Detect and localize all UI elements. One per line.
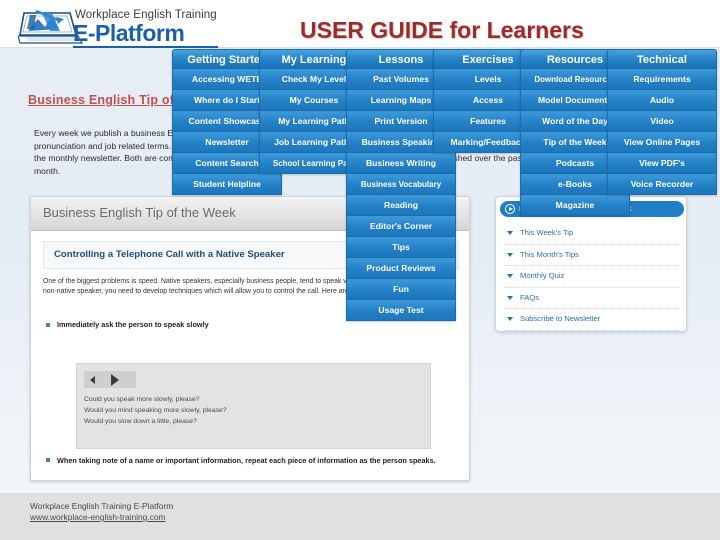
- chevron-down-icon: [507, 252, 513, 257]
- list-item[interactable]: Monthly Quiz: [504, 266, 680, 288]
- menu-item-magazine[interactable]: Magazine: [520, 195, 630, 216]
- list-item-label: FAQs: [520, 292, 539, 302]
- list-item-label: Monthly Quiz: [520, 271, 565, 280]
- list-item-label: Subscribe to Newsletter: [520, 314, 601, 323]
- menu-item-audio[interactable]: Audio: [607, 90, 717, 111]
- footer-company: Workplace English Training E-Platform: [30, 501, 174, 511]
- audio-line-2: Would you mind speaking more slowly, ple…: [84, 407, 227, 414]
- footer-url[interactable]: www.workplace-english-training.com: [30, 512, 165, 522]
- menu-item-usage-test[interactable]: Usage Test: [346, 300, 456, 321]
- menu-item-business-writing[interactable]: Business Writing: [346, 153, 456, 174]
- menu-item-requirements[interactable]: Requirements: [607, 69, 717, 90]
- menu-item-view-online-pages[interactable]: View Online Pages: [607, 132, 717, 153]
- logo-wordmark: E-Platform: [73, 20, 185, 46]
- audio-line-1: Could you speak more slowly, please?: [84, 396, 200, 403]
- audio-example-box: Could you speak more slowly, please? Wou…: [76, 363, 431, 449]
- menu-column-technical: Technical Requirements Audio Video View …: [607, 49, 717, 195]
- chevron-down-icon: [507, 274, 513, 278]
- chevron-down-icon: [507, 231, 513, 235]
- menu-item-product-reviews[interactable]: Product Reviews: [346, 258, 456, 279]
- list-item-label: This Week's Tip: [520, 228, 574, 237]
- list-item[interactable]: This Week's Tip: [504, 223, 680, 245]
- screenshot-subheading-text: Controlling a Telephone Call with a Nati…: [54, 249, 285, 260]
- logo-rule: [73, 46, 218, 48]
- list-item[interactable]: Subscribe to Newsletter: [504, 309, 680, 331]
- page-title: USER GUIDE for Learners: [300, 17, 584, 43]
- screenshot-bullet-2: When taking note of a name or important …: [43, 455, 459, 466]
- audio-line-3: Would you slow down a little, please?: [84, 418, 197, 425]
- list-item[interactable]: FAQs: [504, 288, 680, 309]
- menu-item-video[interactable]: Video: [607, 111, 717, 132]
- play-circle-icon: [505, 204, 515, 214]
- list-item-label: This Month's Tips: [520, 249, 579, 259]
- play-icon[interactable]: [111, 374, 119, 386]
- chevron-down-icon: [507, 295, 513, 300]
- screenshot-bullet-1: Immediately ask the person to speak slow…: [43, 320, 459, 330]
- menu-item-reading[interactable]: Reading: [346, 195, 456, 216]
- menu-item-voice-recorder[interactable]: Voice Recorder: [607, 174, 717, 195]
- menu-item-student-helpline[interactable]: Student Helpline: [172, 174, 282, 195]
- audio-controls[interactable]: [84, 371, 136, 388]
- menu-item-tips[interactable]: Tips: [346, 237, 456, 258]
- slide-footer: Workplace English Training E-Platform ww…: [0, 493, 720, 540]
- menu-item-view-pdfs[interactable]: View PDF's: [607, 153, 717, 174]
- list-item[interactable]: This Month's Tips: [504, 245, 680, 266]
- resources-panel-list: This Week's Tip This Month's Tips Monthl…: [504, 223, 680, 331]
- screenshot-header-title: Business English Tip of the Week: [43, 205, 236, 220]
- menu-item-business-vocabulary[interactable]: Business Vocabulary: [346, 174, 456, 195]
- chevron-down-icon: [507, 317, 513, 321]
- previous-icon[interactable]: [90, 376, 95, 384]
- slide-canvas: Workplace English Training E-Platform US…: [0, 0, 720, 540]
- resources-panel: Business English Tip of the Week This We…: [495, 196, 687, 332]
- menu-item-fun[interactable]: Fun: [346, 279, 456, 300]
- menu-item-editors-corner[interactable]: Editor's Corner: [346, 216, 456, 237]
- brand-logo: Workplace English Training E-Platform: [18, 5, 218, 49]
- menu-header-technical[interactable]: Technical: [607, 49, 717, 69]
